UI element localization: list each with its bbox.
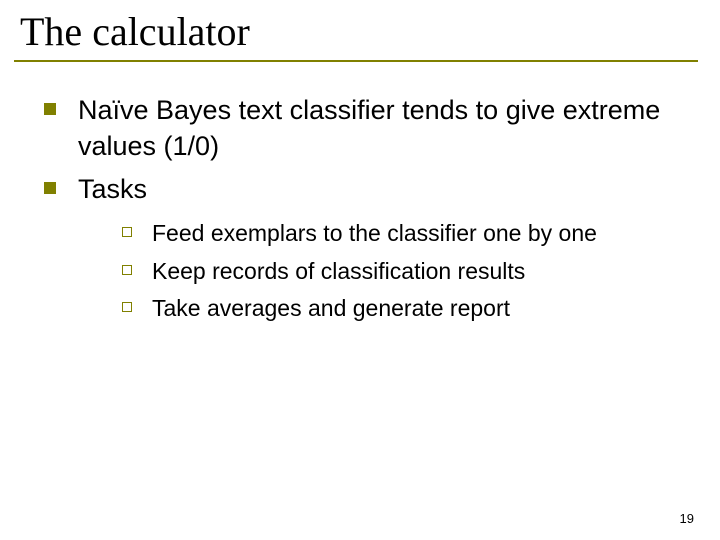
bullet-text: Naïve Bayes text classifier tends to giv… — [78, 95, 660, 161]
sub-bullet-text: Keep records of classification results — [152, 258, 525, 284]
bullet-text: Tasks — [78, 174, 147, 204]
sub-bullet-item: Take averages and generate report — [122, 292, 682, 325]
title-underline: The calculator — [14, 8, 698, 62]
bullet-item: Tasks Feed exemplars to the classifier o… — [44, 171, 682, 325]
bullet-item: Naïve Bayes text classifier tends to giv… — [44, 92, 682, 165]
sub-bullet-item: Feed exemplars to the classifier one by … — [122, 217, 682, 250]
page-number: 19 — [680, 511, 694, 526]
slide-title: The calculator — [20, 10, 698, 54]
sub-bullet-item: Keep records of classification results — [122, 255, 682, 288]
sub-bullet-list: Feed exemplars to the classifier one by … — [78, 217, 682, 325]
slide: The calculator Naïve Bayes text classifi… — [0, 0, 720, 540]
sub-bullet-text: Take averages and generate report — [152, 295, 510, 321]
bullet-list: Naïve Bayes text classifier tends to giv… — [14, 92, 692, 325]
sub-bullet-text: Feed exemplars to the classifier one by … — [152, 220, 597, 246]
